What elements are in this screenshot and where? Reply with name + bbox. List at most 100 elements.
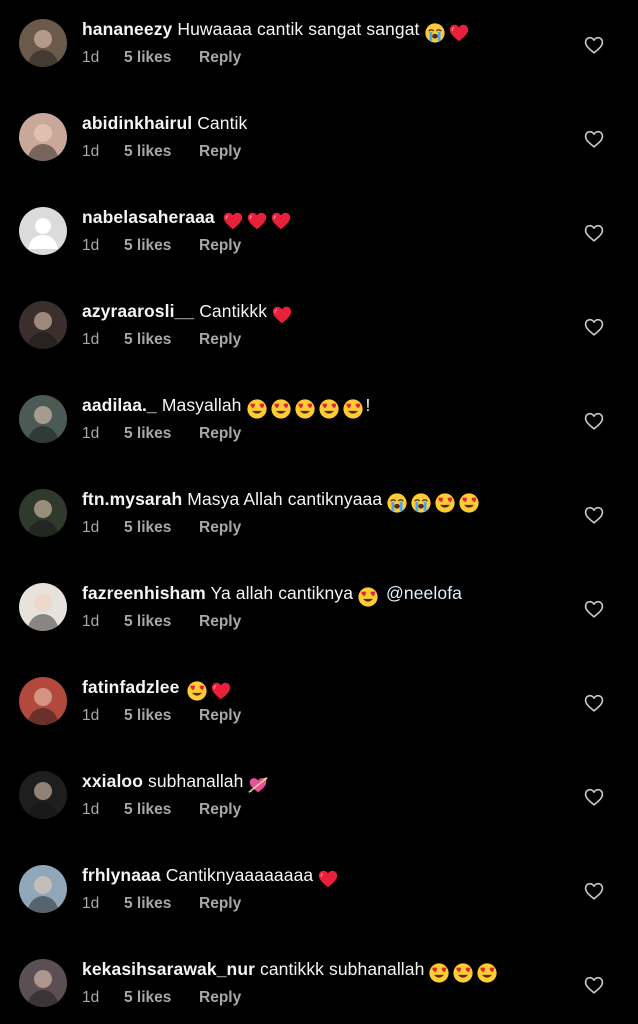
comment-likes-count[interactable]: 5 likes — [124, 989, 199, 1007]
comment-username[interactable]: nabelasaheraaa — [82, 207, 215, 227]
comment-timestamp: 1d — [82, 143, 100, 160]
reply-button[interactable]: Reply — [199, 707, 241, 725]
comment-timestamp: 1d — [82, 331, 100, 348]
comment-meta: 1d 5 likes Reply — [82, 425, 241, 443]
comment-timestamp: 1d — [82, 425, 100, 442]
comment-username[interactable]: hananeezy — [82, 19, 172, 39]
avatar[interactable] — [19, 489, 67, 537]
comment-text-line: abidinkhairul Cantik — [82, 112, 558, 134]
comment-mention-link[interactable]: @neelofa — [386, 583, 462, 603]
reply-button[interactable]: Reply — [199, 331, 241, 349]
comment-body: Cantik — [197, 113, 248, 133]
reply-button[interactable]: Reply — [199, 519, 241, 537]
comment-text-line: kekasihsarawak_nur cantikkk subhanallah — [82, 958, 558, 984]
comment-username[interactable]: azyraarosli__ — [82, 301, 194, 321]
like-heart-icon[interactable] — [583, 410, 607, 434]
red-heart-emoji — [247, 212, 266, 230]
comment-likes-count[interactable]: 5 likes — [124, 331, 199, 349]
heart-eyes-emoji — [429, 963, 450, 983]
comment-item: abidinkhairul Cantik 1d 5 likes Reply — [0, 112, 638, 206]
loudly-crying-face-emoji — [411, 493, 431, 513]
avatar[interactable] — [19, 865, 67, 913]
avatar[interactable] — [19, 395, 67, 443]
comment-meta: 1d 5 likes Reply — [82, 519, 241, 537]
comment-likes-count[interactable]: 5 likes — [124, 49, 199, 67]
comment-timestamp: 1d — [82, 895, 100, 912]
comment-text-line: fatinfadzlee — [82, 676, 558, 702]
reply-button[interactable]: Reply — [199, 237, 241, 255]
comment-likes-count[interactable]: 5 likes — [124, 707, 199, 725]
comment-meta: 1d 5 likes Reply — [82, 143, 241, 161]
comment-text-line: nabelasaheraaa — [82, 206, 558, 232]
reply-button[interactable]: Reply — [199, 801, 241, 819]
comment-body: Cantikkk — [199, 301, 268, 321]
reply-button[interactable]: Reply — [199, 425, 241, 443]
comment-likes-count[interactable]: 5 likes — [124, 425, 199, 443]
like-heart-icon[interactable] — [583, 880, 607, 904]
comment-item: azyraarosli__ Cantikkk 1d 5 likes Reply — [0, 300, 638, 394]
comment-likes-count[interactable]: 5 likes — [124, 613, 199, 631]
comment-timestamp: 1d — [82, 989, 100, 1006]
comment-emojis — [246, 398, 366, 420]
like-heart-icon[interactable] — [583, 222, 607, 246]
comment-username[interactable]: aadilaa._ — [82, 395, 157, 415]
comment-text-line: frhlynaaa Cantiknyaaaaaaaa — [82, 864, 558, 890]
red-heart-emoji — [223, 212, 242, 230]
comment-item: ftn.mysarah Masya Allah cantiknyaaa 1d 5 l… — [0, 488, 638, 582]
avatar[interactable] — [19, 19, 67, 67]
avatar[interactable] — [19, 583, 67, 631]
comment-item: hananeezy Huwaaaa cantik sangat sangat 1d… — [0, 18, 638, 112]
comment-body: subhanallah — [147, 771, 244, 791]
heart-eyes-emoji — [358, 587, 378, 607]
avatar[interactable] — [19, 771, 67, 819]
comment-timestamp: 1d — [82, 519, 100, 536]
comments-list: hananeezy Huwaaaa cantik sangat sangat 1d… — [0, 0, 638, 1024]
avatar[interactable] — [19, 207, 67, 255]
comment-emojis — [186, 680, 234, 702]
like-heart-icon[interactable] — [583, 34, 607, 58]
comment-likes-count[interactable]: 5 likes — [124, 519, 199, 537]
heart-eyes-emoji — [477, 963, 498, 983]
comment-trail: ! — [365, 395, 371, 415]
comment-emojis — [271, 304, 295, 326]
avatar[interactable] — [19, 113, 67, 161]
comment-likes-count[interactable]: 5 likes — [124, 801, 199, 819]
like-heart-icon[interactable] — [583, 974, 607, 998]
comment-item: fazreenhisham Ya allah cantiknya @neelof… — [0, 582, 638, 676]
comment-likes-count[interactable]: 5 likes — [124, 237, 199, 255]
comment-item: frhlynaaa Cantiknyaaaaaaaa 1d 5 likes Reply — [0, 864, 638, 958]
comment-meta: 1d 5 likes Reply — [82, 331, 241, 349]
like-heart-icon[interactable] — [583, 316, 607, 340]
comment-text-line: aadilaa._ Masyallah! — [82, 394, 558, 420]
comment-body: cantikkk subhanallah — [260, 959, 425, 979]
like-heart-icon[interactable] — [583, 598, 607, 622]
comment-emojis — [222, 210, 294, 232]
like-heart-icon[interactable] — [583, 786, 607, 810]
comment-item: nabelasaheraaa 1d 5 likes Reply — [0, 206, 638, 300]
reply-button[interactable]: Reply — [199, 989, 241, 1007]
like-heart-icon[interactable] — [583, 128, 607, 152]
comment-item: fatinfadzlee 1d 5 likes Reply — [0, 676, 638, 770]
comment-username[interactable]: fazreenhisham — [82, 583, 206, 603]
comment-meta: 1d 5 likes Reply — [82, 237, 241, 255]
avatar[interactable] — [19, 677, 67, 725]
comment-username[interactable]: abidinkhairul — [82, 113, 192, 133]
reply-button[interactable]: Reply — [199, 895, 241, 913]
comment-likes-count[interactable]: 5 likes — [124, 895, 199, 913]
comment-emojis — [386, 492, 482, 514]
like-heart-icon[interactable] — [583, 692, 607, 716]
reply-button[interactable]: Reply — [199, 49, 241, 67]
reply-button[interactable]: Reply — [199, 143, 241, 161]
comment-likes-count[interactable]: 5 likes — [124, 143, 199, 161]
comment-username[interactable]: fatinfadzlee — [82, 677, 179, 697]
comment-meta: 1d 5 likes Reply — [82, 49, 241, 67]
like-heart-icon[interactable] — [583, 504, 607, 528]
avatar[interactable] — [19, 301, 67, 349]
reply-button[interactable]: Reply — [199, 613, 241, 631]
comment-username[interactable]: ftn.mysarah — [82, 489, 182, 509]
comment-username[interactable]: kekasihsarawak_nur — [82, 959, 255, 979]
avatar[interactable] — [19, 959, 67, 1007]
comment-text-line: ftn.mysarah Masya Allah cantiknyaaa — [82, 488, 558, 514]
comment-username[interactable]: frhlynaaa — [82, 865, 161, 885]
comment-username[interactable]: xxialoo — [82, 771, 143, 791]
